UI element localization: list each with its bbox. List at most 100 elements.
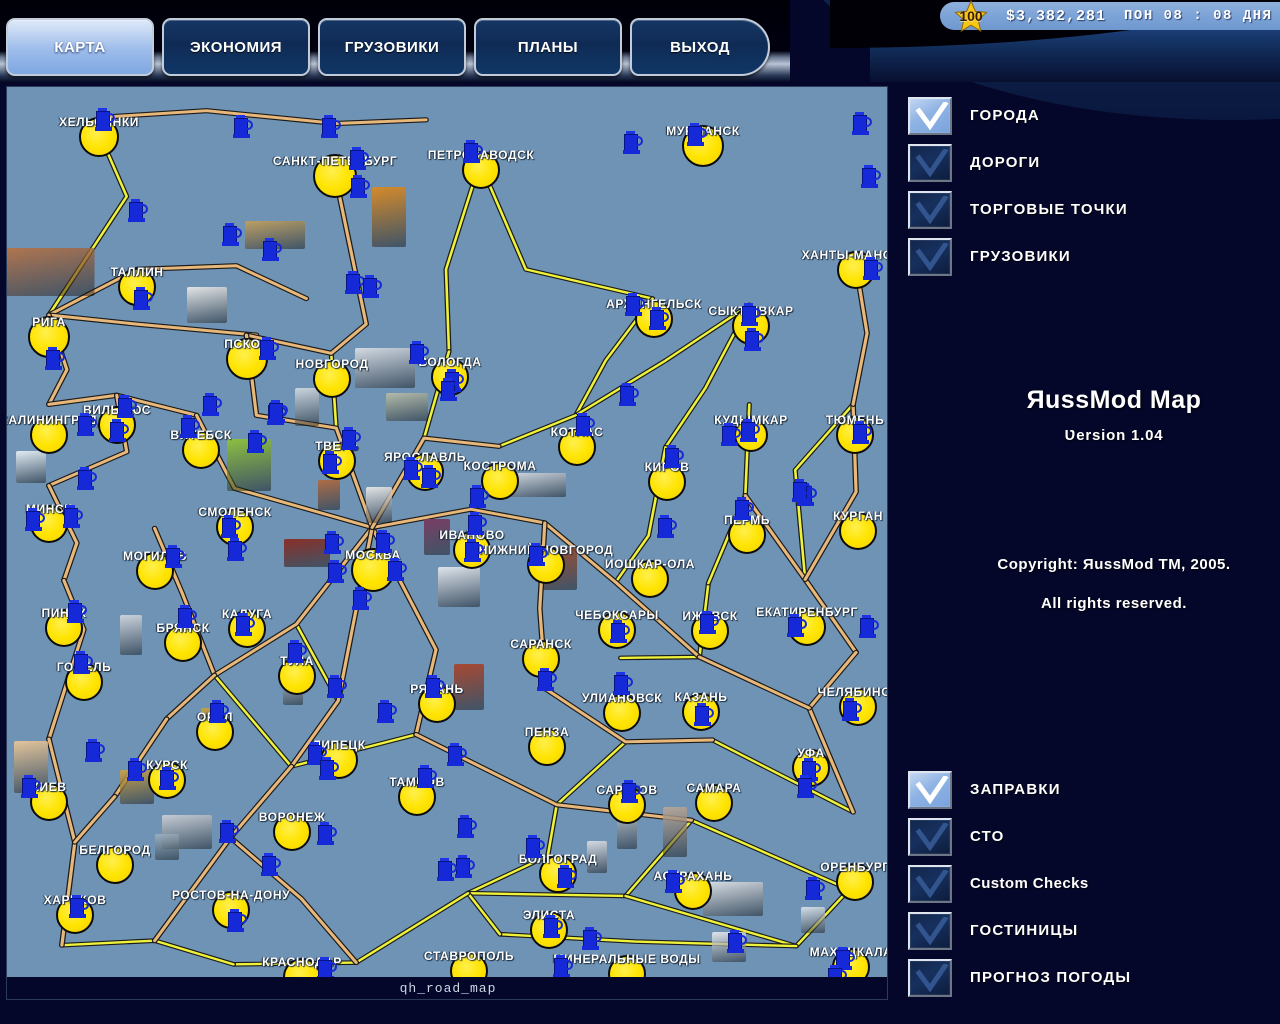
gas-station-icon[interactable] (439, 378, 461, 402)
gas-station-icon[interactable] (20, 775, 42, 799)
gas-station-icon[interactable] (348, 147, 370, 171)
gas-station-icon[interactable] (232, 115, 254, 139)
gas-station-icon[interactable] (686, 123, 708, 147)
gas-station-icon[interactable] (218, 820, 240, 844)
tab-exit[interactable]: ВЫХОД (630, 18, 770, 76)
gas-station-icon[interactable] (698, 611, 720, 635)
gas-station-icon[interactable] (693, 703, 715, 727)
gas-station-icon[interactable] (656, 515, 678, 539)
gas-station-icon[interactable] (226, 538, 248, 562)
gas-station-icon[interactable] (234, 613, 256, 637)
gas-station-icon[interactable] (726, 930, 748, 954)
gas-station-icon[interactable] (860, 165, 882, 189)
gas-station-icon[interactable] (179, 415, 201, 439)
gas-station-icon[interactable] (648, 307, 670, 331)
gas-station-icon[interactable] (267, 400, 289, 424)
city-marker[interactable]: БЕЛГОРОД (79, 843, 150, 884)
layer-cities-checkbox[interactable] (908, 96, 952, 135)
gas-station-icon[interactable] (618, 383, 640, 407)
gas-station-icon[interactable] (326, 560, 348, 584)
gas-station-icon[interactable] (796, 775, 818, 799)
gas-station-icon[interactable] (663, 445, 685, 469)
layer-roads-checkbox[interactable] (908, 143, 952, 182)
layer-customs[interactable]: Custom Checks (908, 860, 1278, 907)
gas-station-icon[interactable] (420, 465, 442, 489)
tab-economy[interactable]: ЭКОНОМИЯ (162, 18, 310, 76)
gas-station-icon[interactable] (624, 293, 646, 317)
gas-station-icon[interactable] (739, 419, 761, 443)
gas-station-icon[interactable] (664, 870, 686, 894)
tab-trucks[interactable]: ГРУЗОВИКИ (318, 18, 466, 76)
layer-customs-checkbox[interactable] (908, 864, 952, 903)
gas-station-icon[interactable] (386, 558, 408, 582)
layer-trucks-checkbox[interactable] (908, 237, 952, 276)
layer-trade[interactable]: ТОРГОВЫЕ ТОЧКИ (908, 186, 1278, 233)
layer-service[interactable]: СТО (908, 813, 1278, 860)
gas-station-icon[interactable] (466, 512, 488, 536)
gas-station-icon[interactable] (226, 909, 248, 933)
city-marker[interactable]: САМАРА (687, 781, 741, 822)
city-marker[interactable]: НОВГОРОД (295, 357, 368, 398)
layer-roads[interactable]: ДОРОГИ (908, 139, 1278, 186)
gas-station-icon[interactable] (743, 328, 765, 352)
gas-station-icon[interactable] (158, 767, 180, 791)
gas-station-icon[interactable] (351, 587, 373, 611)
gas-station-icon[interactable] (286, 640, 308, 664)
gas-station-icon[interactable] (841, 698, 863, 722)
gas-station-icon[interactable] (164, 545, 186, 569)
layer-service-checkbox[interactable] (908, 817, 952, 856)
layer-cities[interactable]: ГОРОДА (908, 92, 1278, 139)
city-marker[interactable]: КАЛИНИНГРАД (7, 413, 97, 454)
gas-station-icon[interactable] (340, 427, 362, 451)
gas-station-icon[interactable] (261, 238, 283, 262)
gas-station-icon[interactable] (436, 858, 458, 882)
layer-hotels-checkbox[interactable] (908, 911, 952, 950)
gas-station-icon[interactable] (804, 877, 826, 901)
city-marker[interactable]: КУРГАН (833, 509, 882, 550)
layer-hotels[interactable]: ГОСТИНИЦЫ (908, 907, 1278, 954)
layer-gas-checkbox[interactable] (908, 770, 952, 809)
map-canvas[interactable]: ХЕЛЬСИНКИСАНКТ-ПЕТЕРБУРГПЕТРОЗАВОДСКМУРМ… (7, 87, 887, 999)
gas-station-icon[interactable] (108, 419, 130, 443)
gas-station-icon[interactable] (326, 675, 348, 699)
city-marker[interactable]: ИОШКАР-ОЛА (605, 557, 694, 598)
layer-weather-checkbox[interactable] (908, 958, 952, 997)
gas-station-icon[interactable] (612, 672, 634, 696)
gas-station-icon[interactable] (791, 479, 813, 503)
gas-station-icon[interactable] (208, 700, 230, 724)
gas-station-icon[interactable] (556, 865, 578, 889)
gas-station-icon[interactable] (349, 175, 371, 199)
gas-station-icon[interactable] (361, 275, 383, 299)
gas-station-icon[interactable] (127, 199, 149, 223)
gas-station-icon[interactable] (733, 497, 755, 521)
gas-station-icon[interactable] (76, 413, 98, 437)
city-marker[interactable]: УЛИАНОВСК (582, 691, 662, 732)
gas-station-icon[interactable] (858, 615, 880, 639)
gas-station-icon[interactable] (462, 140, 484, 164)
layer-trade-checkbox[interactable] (908, 190, 952, 229)
gas-station-icon[interactable] (424, 675, 446, 699)
gas-station-icon[interactable] (446, 743, 468, 767)
gas-station-icon[interactable] (416, 765, 438, 789)
map-panel[interactable]: ХЕЛЬСИНКИСАНКТ-ПЕТЕРБУРГПЕТРОЗАВОДСКМУРМ… (6, 86, 888, 1000)
city-marker[interactable]: ОРЕНБУРГ (820, 860, 887, 901)
gas-station-icon[interactable] (258, 337, 280, 361)
gas-station-icon[interactable] (552, 955, 574, 979)
gas-station-icon[interactable] (201, 393, 223, 417)
gas-station-icon[interactable] (84, 739, 106, 763)
gas-station-icon[interactable] (581, 927, 603, 951)
gas-station-icon[interactable] (456, 815, 478, 839)
gas-station-icon[interactable] (862, 257, 884, 281)
gas-station-icon[interactable] (740, 303, 762, 327)
gas-station-icon[interactable] (94, 108, 116, 132)
gas-station-icon[interactable] (321, 451, 343, 475)
gas-station-icon[interactable] (720, 423, 742, 447)
gas-station-icon[interactable] (176, 605, 198, 629)
gas-station-icon[interactable] (116, 395, 138, 419)
gas-station-icon[interactable] (463, 539, 485, 563)
city-marker[interactable]: ПЕРМЬ (724, 513, 769, 554)
gas-station-icon[interactable] (44, 347, 66, 371)
gas-station-icon[interactable] (524, 835, 546, 859)
tab-plans[interactable]: ПЛАНЫ (474, 18, 622, 76)
gas-station-icon[interactable] (408, 341, 430, 365)
